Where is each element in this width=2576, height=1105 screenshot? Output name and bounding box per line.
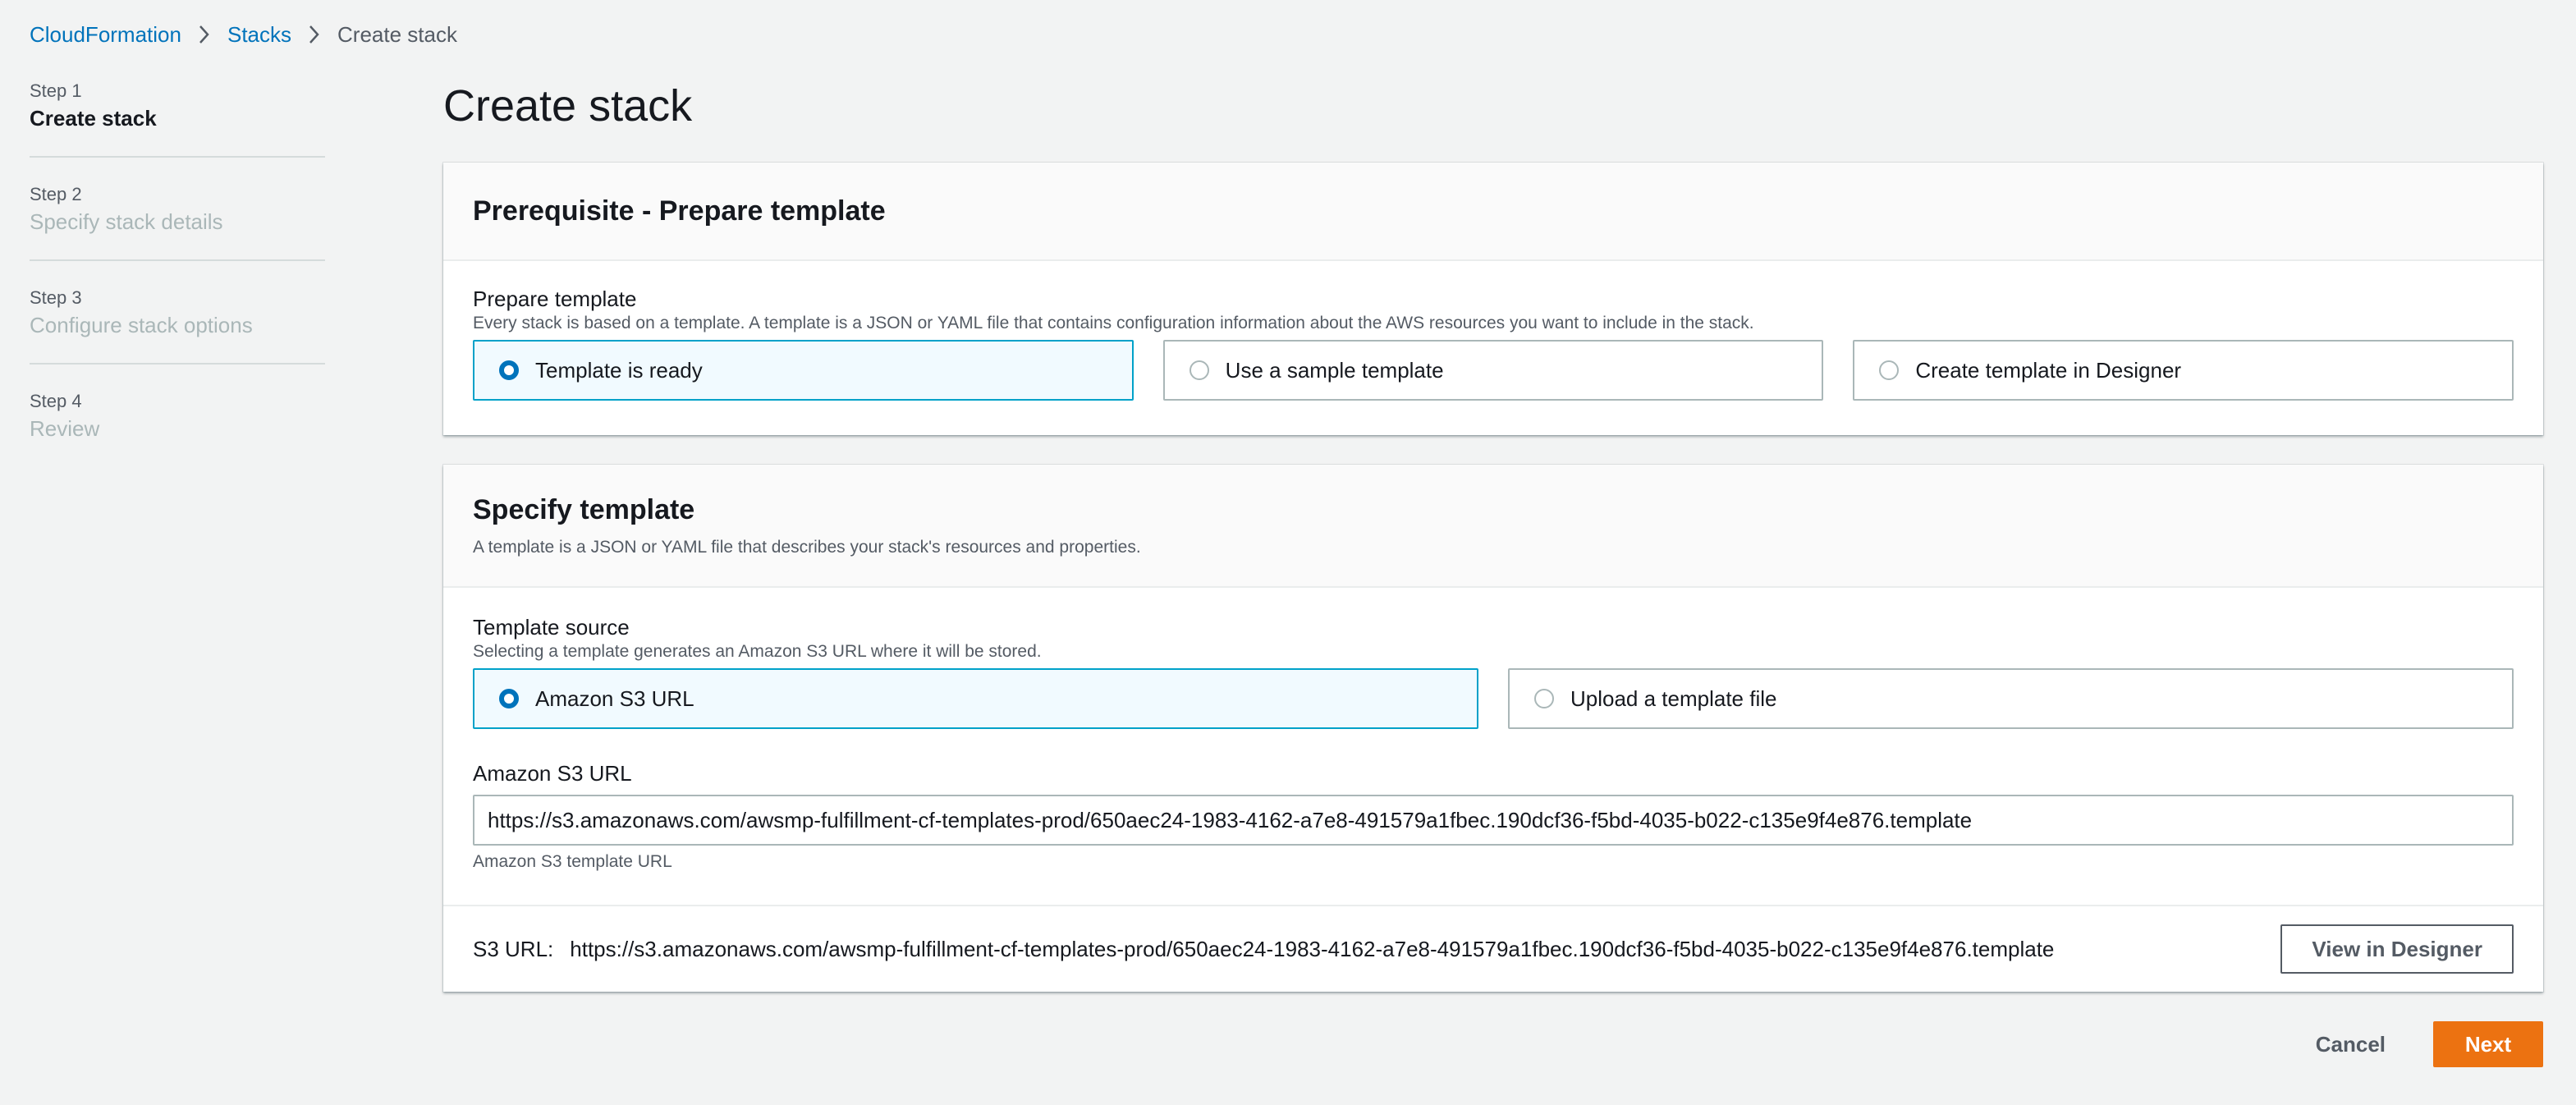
panel-body: Template source Selecting a template gen… <box>443 588 2543 905</box>
s3-url-input[interactable] <box>473 795 2514 846</box>
option-amazon-s3-url[interactable]: Amazon S3 URL <box>473 668 1478 729</box>
breadcrumb-current: Create stack <box>337 21 457 47</box>
step-number: Step 2 <box>30 184 82 204</box>
template-source-description: Selecting a template generates an Amazon… <box>473 642 1042 661</box>
panel-header: Prerequisite - Prepare template <box>443 163 2543 261</box>
template-source-label: Template source <box>473 615 630 640</box>
s3-url-display: S3 URL: https://s3.amazonaws.com/awsmp-fu… <box>473 937 2054 962</box>
page-title: Create stack <box>443 81 693 131</box>
radio-unselected-icon <box>1534 689 1554 708</box>
option-label: Upload a template file <box>1570 685 1777 711</box>
breadcrumb-stacks-link[interactable]: Stacks <box>227 22 291 48</box>
radio-unselected-icon <box>1189 360 1209 380</box>
option-sample-template[interactable]: Use a sample template <box>1162 340 1824 401</box>
panel-header: Specify template A template is a JSON or… <box>443 465 2543 588</box>
chevron-right-icon <box>291 24 337 45</box>
s3-url-value: https://s3.amazonaws.com/awsmp-fulfillme… <box>570 936 2055 961</box>
option-label: Template is ready <box>535 357 703 383</box>
panel-title: Prerequisite - Prepare template <box>473 195 886 227</box>
breadcrumb-cloudformation-link[interactable]: CloudFormation <box>30 22 181 48</box>
radio-selected-icon <box>499 689 519 708</box>
step-label: Review <box>30 416 100 441</box>
option-label: Create template in Designer <box>1915 357 2182 383</box>
wizard-steps: Step 1 Create stack Step 2 Specify stack… <box>30 79 325 466</box>
wizard-actions: Cancel Next <box>2299 1021 2543 1067</box>
s3-url-prefix: S3 URL: <box>473 936 554 961</box>
step-label: Specify stack details <box>30 209 223 234</box>
cancel-button[interactable]: Cancel <box>2299 1021 2402 1067</box>
s3-url-label: Amazon S3 URL <box>473 761 632 786</box>
breadcrumb: CloudFormation Stacks Create stack <box>30 20 457 49</box>
s3-url-summary: S3 URL: https://s3.amazonaws.com/awsmp-fu… <box>443 905 2543 992</box>
step-label: Configure stack options <box>30 313 253 337</box>
step-label: Create stack <box>30 106 157 131</box>
radio-selected-icon <box>499 360 519 380</box>
view-in-designer-button[interactable]: View in Designer <box>2280 924 2514 974</box>
panel-title: Specify template <box>473 494 695 525</box>
s3-url-hint: Amazon S3 template URL <box>473 852 672 871</box>
template-source-options: Amazon S3 URL Upload a template file <box>473 668 2514 729</box>
chevron-right-icon <box>181 24 227 45</box>
wizard-step-2: Step 2 Specify stack details <box>30 156 325 259</box>
prepare-template-description: Every stack is based on a template. A te… <box>473 314 1754 332</box>
specify-template-panel: Specify template A template is a JSON or… <box>443 465 2543 992</box>
option-label: Amazon S3 URL <box>535 685 694 711</box>
wizard-step-1: Step 1 Create stack <box>30 79 325 156</box>
step-number: Step 3 <box>30 287 82 308</box>
option-upload-template-file[interactable]: Upload a template file <box>1508 668 2514 729</box>
step-number: Step 4 <box>30 391 82 411</box>
radio-unselected-icon <box>1879 360 1900 380</box>
step-number: Step 1 <box>30 80 82 101</box>
wizard-step-4: Step 4 Review <box>30 363 325 466</box>
option-label: Use a sample template <box>1225 357 1444 383</box>
option-template-ready[interactable]: Template is ready <box>473 340 1134 401</box>
prepare-template-label: Prepare template <box>473 287 637 311</box>
prepare-template-options: Template is ready Use a sample template … <box>473 340 2514 401</box>
panel-body: Prepare template Every stack is based on… <box>443 261 2543 401</box>
wizard-step-3: Step 3 Configure stack options <box>30 259 325 363</box>
next-button[interactable]: Next <box>2433 1021 2543 1067</box>
panel-description: A template is a JSON or YAML file that d… <box>473 538 1141 557</box>
option-create-in-designer[interactable]: Create template in Designer <box>1853 340 2514 401</box>
prerequisite-panel: Prerequisite - Prepare template Prepare … <box>443 163 2543 435</box>
